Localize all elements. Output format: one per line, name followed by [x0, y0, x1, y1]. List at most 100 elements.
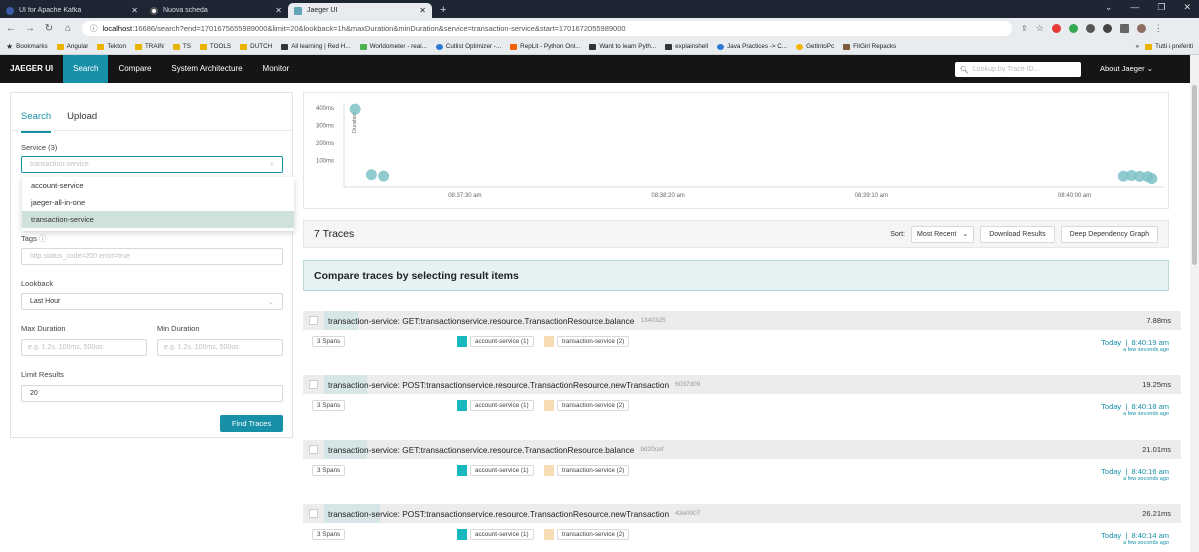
- avatar[interactable]: [1136, 24, 1146, 33]
- forward-icon[interactable]: →: [25, 23, 35, 34]
- trace-name[interactable]: transaction-service: GET:transactionserv…: [328, 316, 634, 326]
- url-text: localhost:16686/search?end=1701675655989…: [102, 24, 626, 33]
- jaeger-brand[interactable]: JAEGER UI: [0, 55, 63, 83]
- about-jaeger-menu[interactable]: About Jaeger ⌄: [1100, 55, 1153, 83]
- redhat-icon: [281, 43, 289, 50]
- close-window-icon[interactable]: ✕: [1183, 2, 1191, 13]
- trace-result-item[interactable]: transaction-service: POST:transactionser…: [303, 375, 1181, 427]
- select-checkbox[interactable]: [309, 316, 318, 325]
- scatter-point[interactable]: [1146, 173, 1158, 185]
- browser-tab-active[interactable]: Jaeger UI ✕: [288, 3, 432, 18]
- puzzle-icon[interactable]: [1102, 24, 1112, 33]
- service-option[interactable]: account-service: [22, 177, 294, 194]
- bookmark-item[interactable]: explainshell: [665, 43, 708, 50]
- deep-dependency-graph-button[interactable]: Deep Dependency Graph: [1060, 225, 1158, 243]
- bookmark-folder[interactable]: Tekton: [97, 43, 126, 50]
- trace-scatter-plot: 400ms 300ms 200ms 100ms Duration 08:37:30 am 0…: [303, 92, 1169, 209]
- bookmark-item[interactable]: Want to learn Pyth...: [589, 43, 656, 50]
- trace-result-item[interactable]: transaction-service: GET:transactionserv…: [303, 311, 1181, 363]
- find-traces-button[interactable]: Find Traces: [220, 415, 283, 432]
- bookmark-item[interactable]: ★ Bookmarks: [6, 42, 48, 51]
- bookmark-item[interactable]: FitGirl Repacks: [843, 43, 896, 50]
- trace-name[interactable]: transaction-service: POST:transactionser…: [328, 380, 669, 390]
- info-icon[interactable]: ⓘ: [90, 23, 98, 34]
- chevron-down-icon[interactable]: ⌄: [1105, 2, 1113, 13]
- tags-input[interactable]: http.status_code=200 error=true: [21, 248, 283, 265]
- trace-header[interactable]: transaction-service: POST:transactionser…: [303, 375, 1181, 394]
- bookmark-item[interactable]: GetIntoPc: [796, 43, 834, 50]
- extension-icon[interactable]: [1085, 24, 1095, 33]
- service-select[interactable]: transaction-service ⌕: [21, 156, 283, 173]
- bookmark-folder[interactable]: DUTCH: [240, 43, 272, 50]
- bookmark-star-icon[interactable]: ☆: [1036, 23, 1044, 34]
- lookback-select[interactable]: Last Hour ⌄: [21, 293, 283, 310]
- min-duration-input[interactable]: e.g. 1.2s, 100ms, 500us: [157, 339, 283, 356]
- home-icon[interactable]: ⌂: [63, 23, 73, 34]
- y-tick-label: 400ms: [316, 106, 334, 112]
- bookmark-item[interactable]: Cutlist Optimizer -...: [435, 43, 501, 50]
- scatter-svg: 400ms 300ms 200ms 100ms Duration 08:37:30 am 0…: [316, 103, 1164, 199]
- x-tick-label: 08:37:30 am: [448, 193, 481, 199]
- search-panel: Search Upload Service (3) transaction-se…: [10, 92, 294, 438]
- trace-header[interactable]: transaction-service: GET:transactionserv…: [303, 311, 1181, 330]
- scatter-point[interactable]: [378, 170, 390, 182]
- bookmark-item[interactable]: Java Practices -> C...: [717, 43, 787, 50]
- browser-tab[interactable]: Nuova scheda ✕: [144, 3, 288, 18]
- chevron-down-icon: ⌄: [1146, 64, 1154, 73]
- trace-id-lookup-input[interactable]: 🔍︎ Lookup by Trace ID...: [955, 62, 1081, 77]
- bookmark-folder[interactable]: Angular: [56, 43, 88, 50]
- bookmark-item[interactable]: All learning | Red H...: [281, 43, 351, 50]
- scrollbar-thumb[interactable]: [1192, 85, 1197, 265]
- service-option[interactable]: jaeger-all-in-one: [22, 194, 294, 211]
- select-checkbox[interactable]: [309, 380, 318, 389]
- scatter-point[interactable]: [365, 169, 377, 181]
- service-option-selected[interactable]: transaction-service: [22, 211, 294, 228]
- bookmark-folder[interactable]: TOOLS: [199, 43, 231, 50]
- bookmark-item[interactable]: RepLit - Python Onl...: [510, 43, 580, 50]
- download-results-button[interactable]: Download Results: [980, 225, 1055, 243]
- nav-monitor[interactable]: Monitor: [253, 55, 300, 83]
- new-tab-button[interactable]: +: [432, 3, 454, 18]
- minimize-icon[interactable]: —: [1130, 2, 1139, 13]
- y-axis-label: Duration: [352, 112, 358, 133]
- extension-icon[interactable]: [1051, 24, 1061, 33]
- back-icon[interactable]: ←: [6, 23, 16, 34]
- sidepanel-icon[interactable]: [1119, 24, 1129, 33]
- nav-compare[interactable]: Compare: [108, 55, 161, 83]
- menu-icon[interactable]: ⋮: [1154, 23, 1163, 34]
- address-bar[interactable]: ⓘ localhost:16686/search?end=17016756559…: [82, 21, 1012, 36]
- select-checkbox[interactable]: [309, 445, 318, 454]
- chevron-down-icon: ⌄: [962, 231, 969, 238]
- nav-search[interactable]: Search: [63, 55, 109, 83]
- bookmark-folder[interactable]: TRAIN: [134, 43, 164, 50]
- sort-select[interactable]: Most Recent ⌄: [911, 225, 975, 243]
- scatter-point[interactable]: [349, 103, 361, 115]
- trace-name[interactable]: transaction-service: GET:transactionserv…: [328, 445, 634, 455]
- trace-header[interactable]: transaction-service: GET:transactionserv…: [303, 440, 1181, 459]
- bookmark-item[interactable]: Worldometer - real...: [359, 43, 427, 50]
- close-icon[interactable]: ✕: [419, 6, 426, 15]
- reload-icon[interactable]: ↻: [44, 23, 54, 34]
- all-bookmarks-folder[interactable]: Tutti i preferiti: [1145, 43, 1193, 50]
- nav-system-architecture[interactable]: System Architecture: [161, 55, 252, 83]
- restore-icon[interactable]: ❐: [1157, 2, 1165, 13]
- trace-result-item[interactable]: transaction-service: GET:transactionserv…: [303, 440, 1181, 492]
- trace-header[interactable]: transaction-service: POST:transactionser…: [303, 504, 1181, 523]
- max-duration-input[interactable]: e.g. 1.2s, 100ms, 500us: [21, 339, 147, 356]
- scrollbar[interactable]: [1190, 55, 1199, 552]
- trace-result-item[interactable]: transaction-service: POST:transactionser…: [303, 504, 1181, 552]
- close-icon[interactable]: ✕: [275, 6, 282, 15]
- more-bookmarks-button[interactable]: »: [1136, 43, 1140, 50]
- extension-icon[interactable]: [1068, 24, 1078, 33]
- browser-tab-strip: UI for Apache Kafka ✕ Nuova scheda ✕ Jae…: [0, 0, 1199, 18]
- share-icon[interactable]: ⇪: [1021, 24, 1028, 33]
- limit-input[interactable]: 20: [21, 385, 283, 402]
- trace-name[interactable]: transaction-service: POST:transactionser…: [328, 509, 669, 519]
- bookmark-folder[interactable]: TS: [172, 43, 191, 50]
- close-icon[interactable]: ✕: [131, 6, 138, 15]
- trace-duration: 21.01ms: [1142, 445, 1171, 454]
- trace-timestamp: Today | 8:40:14 am a few seconds ago: [1101, 531, 1169, 546]
- question-icon[interactable]: ⓘ: [39, 234, 47, 243]
- select-checkbox[interactable]: [309, 509, 318, 518]
- browser-tab[interactable]: UI for Apache Kafka ✕: [0, 3, 144, 18]
